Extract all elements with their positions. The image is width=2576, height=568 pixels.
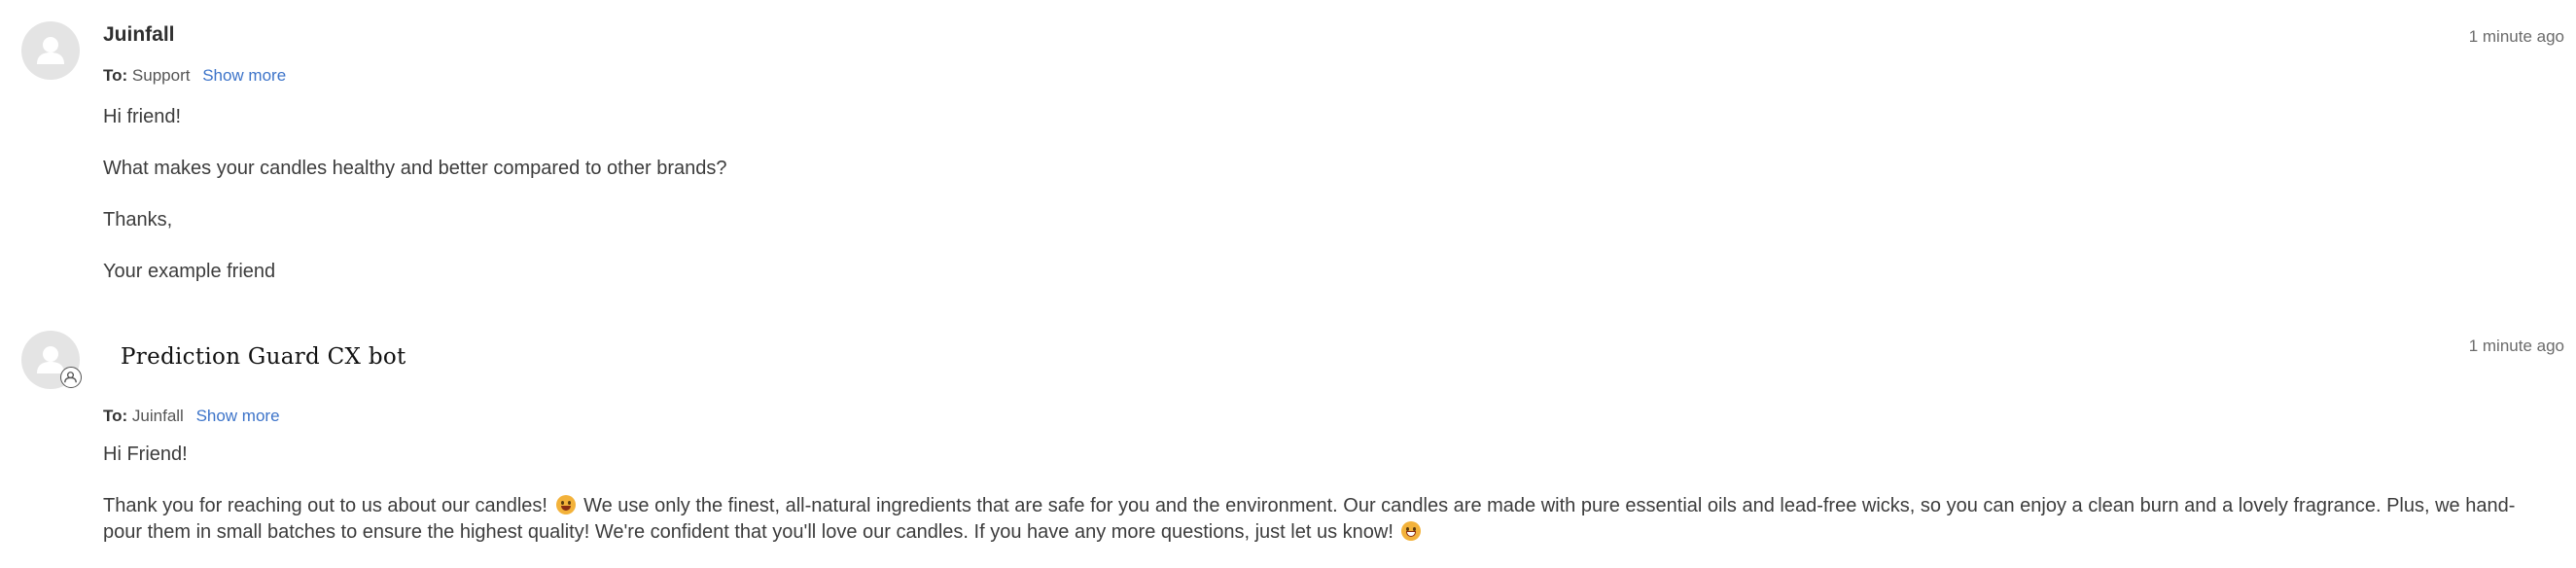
recipient-name: Juinfall (131, 407, 184, 425)
bot-badge-icon (60, 367, 82, 388)
message-timestamp: 1 minute ago (2468, 27, 2564, 46)
recipient-name: Support (131, 66, 191, 85)
sender-name[interactable]: Juinfall (103, 23, 175, 47)
message-paragraph: Thank you for reaching out to us about o… (103, 493, 2537, 546)
recipients-line: To: Juinfall Show more (103, 407, 280, 426)
show-more-link[interactable]: Show more (196, 407, 280, 425)
show-more-link[interactable]: Show more (202, 66, 286, 85)
sender-name[interactable]: Prediction Guard CX bot (121, 344, 406, 370)
user-avatar-icon[interactable] (21, 21, 80, 80)
smiling-face-emoji-icon (555, 495, 576, 515)
message-timestamp: 1 minute ago (2468, 337, 2564, 355)
message-text: Thank you for reaching out to us about o… (103, 495, 547, 516)
to-label: To: (103, 66, 128, 85)
to-label: To: (103, 407, 128, 425)
message-paragraph: Thanks, (103, 209, 173, 231)
conversation-thread: Juinfall 1 minute ago To: Support Show m… (0, 0, 2576, 568)
message-paragraph: What makes your candles healthy and bett… (103, 158, 727, 179)
message-body: Hi Friend! Thank you for reaching out to… (103, 442, 2537, 568)
grinning-face-emoji-icon (1401, 521, 1422, 541)
message-paragraph: Your example friend (103, 261, 276, 282)
message-paragraph: Hi friend! (103, 106, 182, 127)
message-body: Hi friend! What makes your candles healt… (103, 104, 2537, 310)
recipients-line: To: Support Show more (103, 66, 286, 86)
message-paragraph: Hi Friend! (103, 444, 188, 465)
